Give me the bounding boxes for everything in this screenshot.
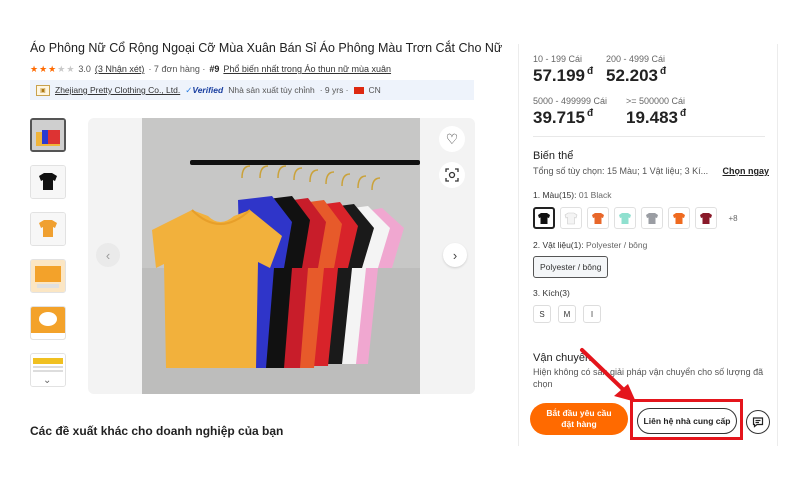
tier-price: 19.483 đ bbox=[626, 108, 736, 128]
chevron-down-icon[interactable]: ⌄ bbox=[43, 375, 51, 386]
rank-number: #9 bbox=[209, 64, 220, 74]
divider bbox=[533, 136, 765, 137]
reviews-link[interactable]: (3 Nhận xét) bbox=[95, 64, 145, 74]
price-tier: 200 - 4999 Cái 52.203 đ bbox=[606, 54, 716, 86]
price-value: 19.483 bbox=[626, 108, 678, 127]
thumbnail-item[interactable] bbox=[30, 212, 66, 246]
star-icon: ★ bbox=[66, 64, 75, 74]
supplier-logo-icon: ▣ bbox=[36, 84, 50, 96]
material-option-label: 2. Vật liệu(1): Polyester / bông bbox=[533, 240, 647, 250]
thumbnail-item[interactable] bbox=[30, 306, 66, 340]
color-swatch[interactable] bbox=[560, 207, 582, 229]
order-panel: 10 - 199 Cái 57.199 đ 200 - 4999 Cái 52.2… bbox=[518, 44, 778, 450]
rating-value: 3.0 bbox=[78, 64, 91, 74]
variants-summary-text: Tổng số tùy chọn: 15 Màu; 1 Vật liệu; 3 … bbox=[533, 166, 709, 176]
tier-range: >= 500000 Cái bbox=[626, 96, 686, 106]
shipping-title: Vận chuyển bbox=[533, 352, 592, 364]
product-meta: ★ ★ ★ ★ ★ 3.0 (3 Nhận xét) · 7 đơn hàng … bbox=[30, 64, 480, 74]
currency-symbol: đ bbox=[587, 66, 594, 77]
china-flag-icon bbox=[353, 86, 364, 94]
price-tier: >= 500000 Cái 19.483 đ bbox=[626, 96, 736, 128]
tier-range: 200 - 4999 Cái bbox=[606, 54, 666, 64]
color-swatch[interactable] bbox=[533, 207, 555, 229]
supplier-years: · 9 yrs · bbox=[319, 85, 349, 95]
material-label: 2. Vật liệu(1): bbox=[533, 240, 584, 250]
supplier-name-link[interactable]: Zhejiang Pretty Clothing Co., Ltd. bbox=[55, 85, 180, 95]
thumbnail-list bbox=[30, 118, 66, 400]
color-swatch[interactable] bbox=[695, 207, 717, 229]
more-colors-button[interactable]: +8 bbox=[722, 207, 744, 229]
price-value: 57.199 bbox=[533, 66, 585, 85]
highlight-box bbox=[630, 399, 743, 440]
color-swatch[interactable] bbox=[614, 207, 636, 229]
color-swatch[interactable] bbox=[587, 207, 609, 229]
chevron-right-icon[interactable]: › bbox=[443, 243, 467, 267]
variants-title: Biến thể bbox=[533, 150, 574, 162]
price-value: 39.715 bbox=[533, 108, 585, 127]
star-icon: ★ bbox=[39, 64, 48, 74]
supplier-bar: ▣ Zhejiang Pretty Clothing Co., Ltd. ✓Ve… bbox=[30, 80, 474, 100]
thumbnail-item[interactable] bbox=[30, 259, 66, 293]
material-option-button[interactable]: Polyester / bông bbox=[533, 256, 609, 278]
product-photo bbox=[142, 118, 420, 394]
chat-icon[interactable] bbox=[746, 410, 770, 434]
image-search-icon[interactable] bbox=[439, 162, 465, 188]
supplier-type: Nhà sản xuất tùy chỉnh bbox=[228, 85, 315, 95]
color-swatch[interactable] bbox=[641, 207, 663, 229]
currency-symbol: đ bbox=[587, 108, 594, 119]
bottom-area bbox=[0, 446, 800, 500]
start-order-request-button[interactable]: Bắt đầu yêu cầu đặt hàng bbox=[530, 403, 628, 435]
shipping-description: Hiện không có sẵn giải pháp vận chuyển c… bbox=[533, 367, 764, 389]
verified-label: Verified bbox=[192, 84, 224, 95]
size-option[interactable]: S bbox=[533, 305, 551, 323]
material-value: Polyester / bông bbox=[585, 240, 648, 250]
currency-symbol: đ bbox=[660, 66, 667, 77]
rank-link[interactable]: Phổ biến nhất trong Áo thun nữ mùa xuân bbox=[223, 64, 391, 74]
size-options: S M l bbox=[533, 305, 601, 323]
color-value: 01 Black bbox=[578, 190, 612, 200]
tier-price: 52.203 đ bbox=[606, 66, 716, 86]
product-header: Áo Phông Nữ Cổ Rộng Ngoại Cỡ Mùa Xuân Bá… bbox=[30, 40, 503, 100]
suggestions-heading: Các đề xuất khác cho doanh nghiệp của bạ… bbox=[30, 424, 284, 438]
size-option[interactable]: l bbox=[583, 305, 601, 323]
thumbnail-item[interactable] bbox=[30, 165, 66, 199]
size-option-label: 3. Kích(3) bbox=[533, 288, 570, 298]
color-swatch[interactable] bbox=[668, 207, 690, 229]
orders-count: · 7 đơn hàng · bbox=[148, 64, 206, 74]
verified-badge: ✓Verified bbox=[185, 85, 223, 96]
star-icon: ★ bbox=[30, 64, 39, 74]
price-value: 52.203 bbox=[606, 66, 658, 85]
product-image-viewer[interactable]: ‹ › ♡ bbox=[88, 118, 475, 394]
heart-icon[interactable]: ♡ bbox=[439, 126, 465, 152]
star-icon: ★ bbox=[57, 64, 66, 74]
color-label: 1. Màu(15): bbox=[533, 190, 577, 200]
star-icon: ★ bbox=[48, 64, 57, 74]
supplier-country: CN bbox=[368, 85, 381, 95]
choose-now-link[interactable]: Chọn ngay bbox=[723, 166, 770, 176]
thumbnail-item[interactable] bbox=[30, 118, 66, 152]
product-title: Áo Phông Nữ Cổ Rộng Ngoại Cỡ Mùa Xuân Bá… bbox=[30, 41, 503, 55]
color-swatches: +8 bbox=[533, 207, 744, 229]
variants-summary: Tổng số tùy chọn: 15 Màu; 1 Vật liệu; 3 … bbox=[533, 166, 769, 176]
rating-stars: ★ ★ ★ ★ ★ bbox=[30, 64, 74, 74]
color-option-label: 1. Màu(15): 01 Black bbox=[533, 190, 611, 200]
currency-symbol: đ bbox=[680, 108, 687, 119]
chevron-left-icon[interactable]: ‹ bbox=[96, 243, 120, 267]
size-option[interactable]: M bbox=[558, 305, 576, 323]
